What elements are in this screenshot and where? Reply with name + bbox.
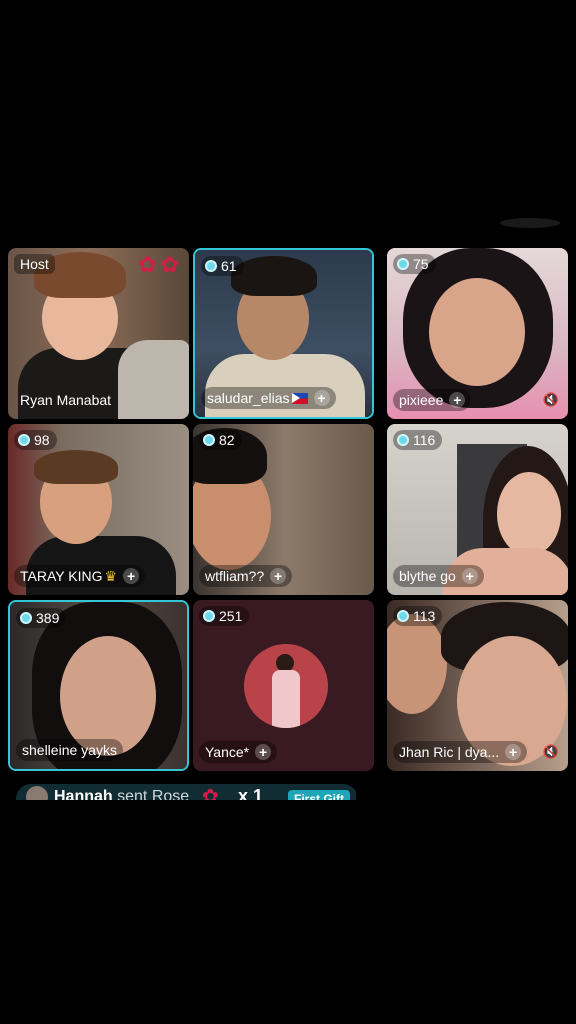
viewer-count-badge: 61 bbox=[201, 256, 244, 276]
philippines-flag-icon bbox=[291, 392, 308, 404]
rose-gift-icons: ✿✿ bbox=[138, 252, 183, 277]
gift-multiplier: x 1 bbox=[238, 786, 264, 800]
host-name-label[interactable]: Ryan Manabat bbox=[14, 389, 117, 411]
viewer-count-badge: 251 bbox=[199, 606, 250, 626]
guest-name-label[interactable]: TARAY KING ♛ + bbox=[14, 565, 146, 587]
follow-plus-icon[interactable]: + bbox=[313, 390, 330, 406]
viewer-count-badge: 116 bbox=[393, 430, 443, 450]
top-decoration bbox=[500, 218, 560, 228]
guest-tile-5[interactable]: 116 blythe go + bbox=[387, 424, 568, 595]
guest-name-label[interactable]: wtfliam?? + bbox=[199, 565, 293, 587]
host-badge: Host bbox=[14, 254, 55, 274]
diamond-icon bbox=[397, 610, 409, 622]
viewer-count-badge: 113 bbox=[393, 606, 443, 626]
viewer-count-badge: 82 bbox=[199, 430, 242, 450]
multi-guest-grid: Host ✿✿ Ryan Manabat 61 saludar_elias + … bbox=[8, 248, 568, 772]
guest-tile-4[interactable]: 82 wtfliam?? + bbox=[193, 424, 374, 595]
follow-plus-icon[interactable]: + bbox=[461, 568, 478, 584]
guest-name-label[interactable]: blythe go + bbox=[393, 565, 484, 587]
avatar bbox=[244, 644, 328, 728]
gift-sender-name: Hannah bbox=[54, 788, 113, 800]
diamond-icon bbox=[203, 610, 215, 622]
guest-name-label[interactable]: Jhan Ric | dya... + bbox=[393, 741, 528, 763]
guest-tile-7[interactable]: 251 Yance* + bbox=[193, 600, 374, 771]
guest-name-label[interactable]: pixieee + bbox=[393, 389, 472, 411]
diamond-icon bbox=[205, 260, 217, 272]
guest-tile-2[interactable]: 75 pixieee + 🔇 bbox=[387, 248, 568, 419]
follow-plus-icon[interactable]: + bbox=[255, 744, 272, 760]
follow-plus-icon[interactable]: + bbox=[123, 568, 140, 584]
rose-gift-icon: ✿ bbox=[202, 786, 219, 800]
viewer-count-badge: 389 bbox=[16, 608, 67, 628]
diamond-icon bbox=[397, 258, 409, 270]
crown-icon: ♛ bbox=[104, 567, 118, 584]
gift-action-text: sent Rose bbox=[117, 788, 190, 800]
guest-tile-6[interactable]: 389 shelleine yayks bbox=[8, 600, 189, 771]
follow-plus-icon[interactable]: + bbox=[505, 744, 522, 760]
host-tile[interactable]: Host ✿✿ Ryan Manabat bbox=[8, 248, 189, 419]
guest-tile-3[interactable]: 98 TARAY KING ♛ + bbox=[8, 424, 189, 595]
guest-name-label[interactable]: shelleine yayks bbox=[16, 739, 123, 761]
guest-tile-8[interactable]: 113 Jhan Ric | dya... + 🔇 bbox=[387, 600, 568, 771]
diamond-icon bbox=[18, 434, 30, 446]
guest-name-label[interactable]: Yance* + bbox=[199, 741, 278, 763]
diamond-icon bbox=[20, 612, 32, 624]
viewer-count-badge: 98 bbox=[14, 430, 57, 450]
follow-plus-icon[interactable]: + bbox=[270, 568, 287, 584]
follow-plus-icon[interactable]: + bbox=[449, 392, 466, 408]
microphone-muted-icon: 🔇 bbox=[542, 744, 560, 759]
diamond-icon bbox=[397, 434, 409, 446]
first-gift-tag: First Gift bbox=[288, 790, 350, 800]
gift-notification-banner: Hannah sent Rose ✿ x 1 First Gift bbox=[16, 784, 356, 800]
diamond-icon bbox=[203, 434, 215, 446]
guest-name-label[interactable]: saludar_elias + bbox=[201, 387, 336, 409]
viewer-count-badge: 75 bbox=[393, 254, 436, 274]
microphone-muted-icon: 🔇 bbox=[542, 392, 560, 407]
guest-tile-1[interactable]: 61 saludar_elias + bbox=[193, 248, 374, 419]
